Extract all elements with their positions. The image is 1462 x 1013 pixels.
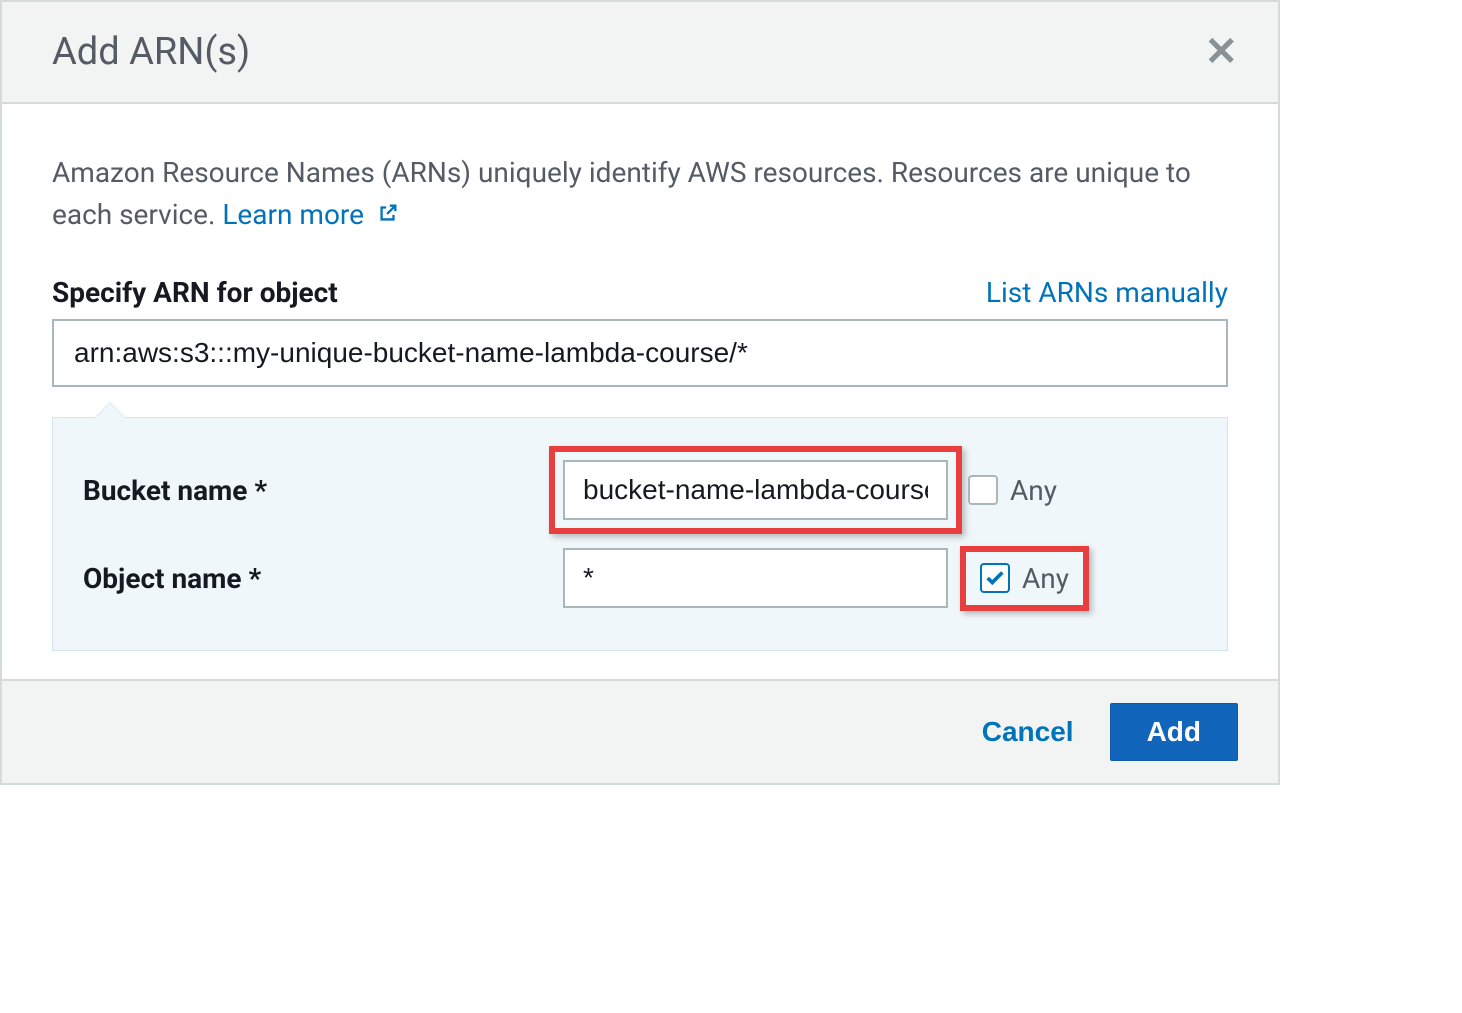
modal-title: Add ARN(s) (52, 30, 250, 74)
modal-footer: Cancel Add (2, 679, 1278, 783)
learn-more-text: Learn more (222, 198, 364, 231)
bucket-any-checkbox[interactable] (968, 475, 998, 505)
bucket-name-row: Bucket name * Any (83, 460, 1197, 520)
specify-arn-label: Specify ARN for object (52, 276, 338, 309)
arn-parts-panel-wrap: Bucket name * Any Object name * (52, 417, 1228, 651)
specify-row: Specify ARN for object List ARNs manuall… (52, 276, 1228, 309)
add-button[interactable]: Add (1110, 703, 1238, 761)
arn-input[interactable] (52, 319, 1228, 387)
object-any-group: Any (968, 562, 1069, 595)
modal-header: Add ARN(s) ✕ (2, 2, 1278, 104)
arn-parts-panel: Bucket name * Any Object name * (52, 417, 1228, 651)
modal-description: Amazon Resource Names (ARNs) uniquely id… (52, 152, 1228, 236)
bucket-name-highlight (549, 446, 962, 534)
object-any-highlight: Any (960, 546, 1089, 611)
object-name-row: Object name * Any (83, 548, 1197, 608)
close-icon[interactable]: ✕ (1204, 32, 1238, 72)
object-any-label: Any (1022, 562, 1069, 595)
add-arn-modal: Add ARN(s) ✕ Amazon Resource Names (ARNs… (0, 0, 1280, 785)
bucket-any-group: Any (968, 474, 1057, 507)
learn-more-link[interactable]: Learn more (222, 198, 399, 231)
bucket-any-label: Any (1010, 474, 1057, 507)
bucket-name-input[interactable] (563, 460, 948, 520)
object-any-checkbox[interactable] (980, 563, 1010, 593)
object-name-input[interactable] (563, 548, 948, 608)
object-name-label: Object name * (83, 562, 563, 595)
cancel-button[interactable]: Cancel (974, 704, 1082, 760)
panel-arrow-icon (94, 403, 126, 419)
list-arns-manually-link[interactable]: List ARNs manually (986, 276, 1228, 309)
external-link-icon (377, 194, 399, 236)
modal-body: Amazon Resource Names (ARNs) uniquely id… (2, 104, 1278, 679)
bucket-name-label: Bucket name * (83, 474, 563, 507)
